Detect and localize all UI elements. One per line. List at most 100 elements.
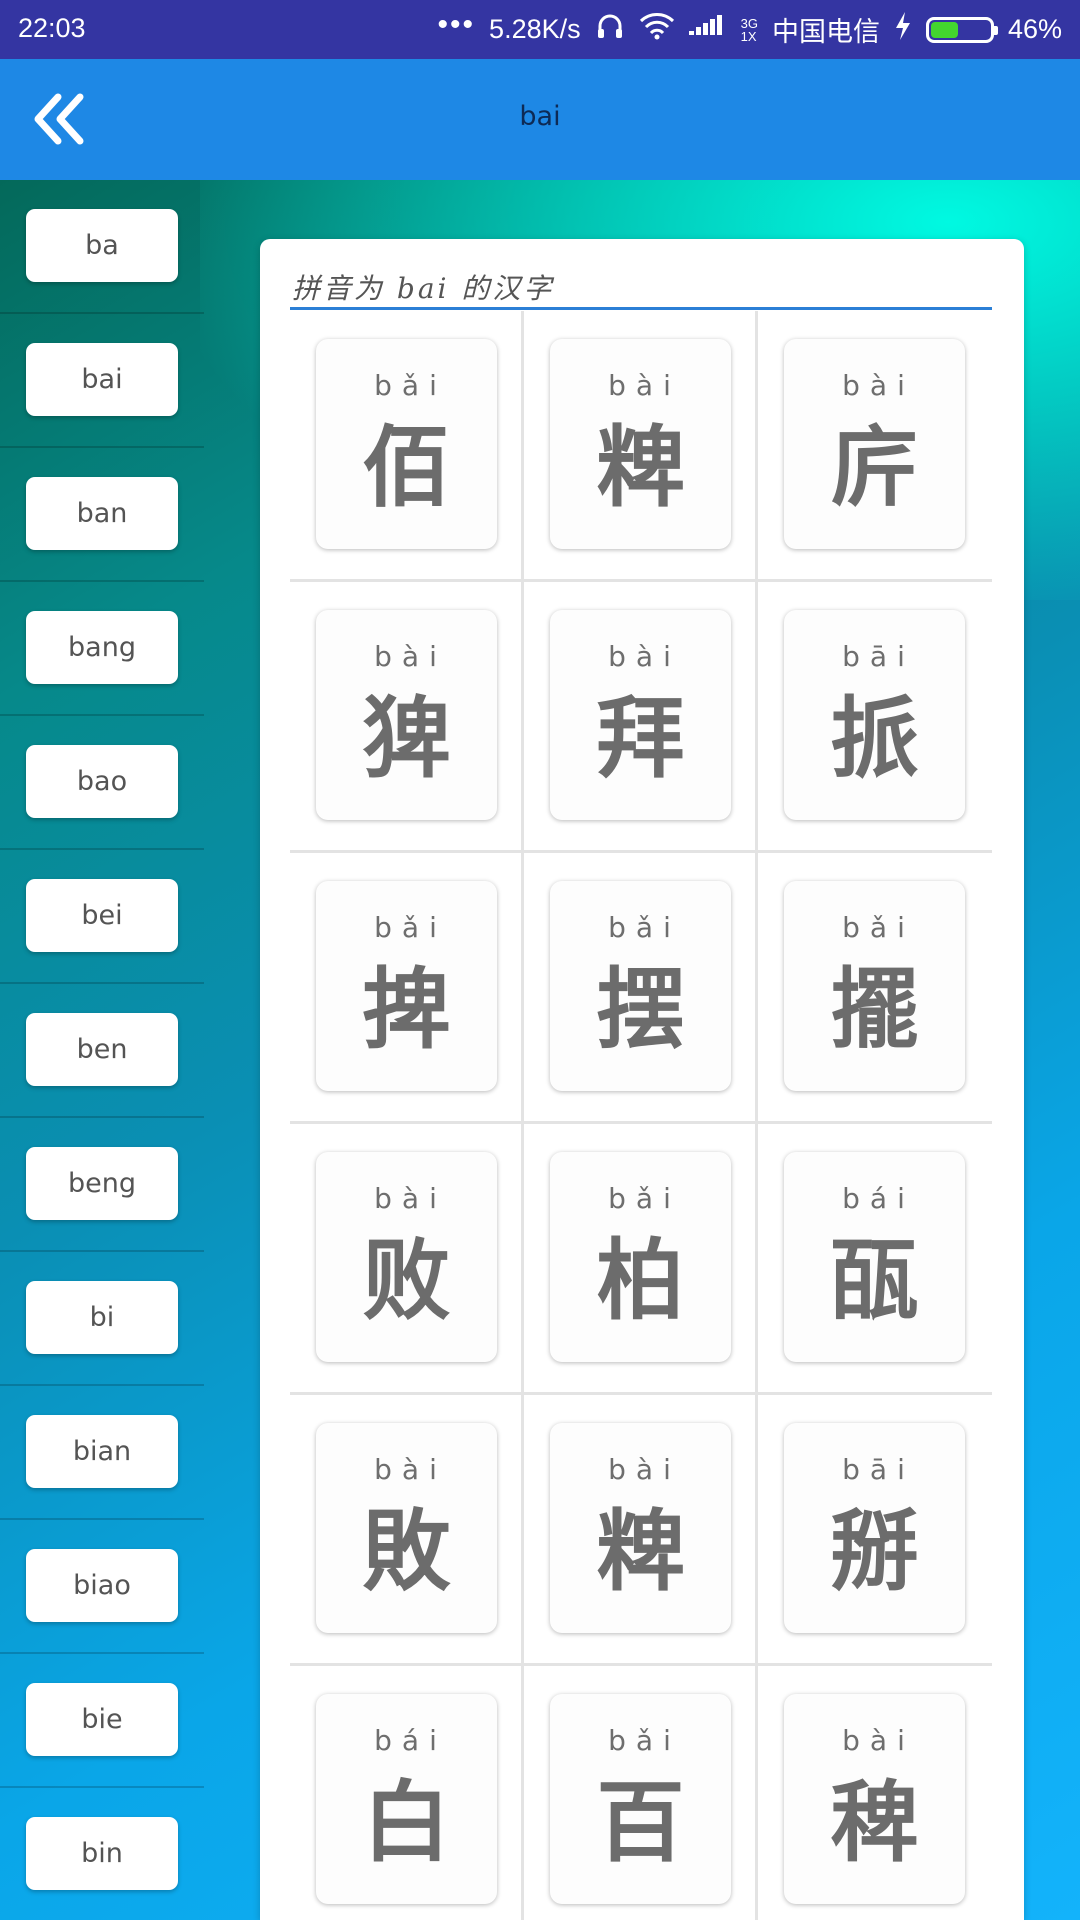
sidebar-item[interactable]: ba <box>0 180 204 314</box>
sidebar-item[interactable]: bei <box>0 850 204 984</box>
pinyin-button[interactable]: ban <box>26 477 178 550</box>
pinyin-button[interactable]: bao <box>26 745 178 818</box>
character-card[interactable]: bǎi 擺 <box>784 881 965 1091</box>
app-bar: bai <box>0 59 1080 180</box>
character-pinyin: bài <box>374 1453 447 1486</box>
character-pinyin: bǎi <box>608 1182 681 1215</box>
pinyin-button[interactable]: bai <box>26 343 178 416</box>
pinyin-button[interactable]: bang <box>26 611 178 684</box>
character-cell: bǎi 百 <box>524 1666 758 1920</box>
character-cell: bài 拜 <box>524 582 758 853</box>
character-hanzi: 粺 <box>596 415 685 519</box>
character-hanzi: 㼣 <box>830 1228 919 1332</box>
character-cell: bǎi 柏 <box>524 1124 758 1395</box>
character-hanzi: 柏 <box>596 1228 685 1332</box>
character-hanzi: 佰 <box>362 415 451 519</box>
character-card[interactable]: bǎi 百 <box>550 1694 731 1904</box>
character-pinyin: bǎi <box>374 911 447 944</box>
character-cell: bái 白 <box>290 1666 524 1920</box>
character-cell: bài 敗 <box>290 1395 524 1666</box>
pinyin-button[interactable]: bi <box>26 1281 178 1354</box>
character-cell: bài 粺 <box>524 1395 758 1666</box>
sidebar-item[interactable]: bin <box>0 1788 204 1920</box>
character-cell: bǎi 摆 <box>524 853 758 1124</box>
character-hanzi: 败 <box>362 1228 451 1332</box>
page-title: bai <box>519 101 561 132</box>
pinyin-button[interactable]: biao <box>26 1549 178 1622</box>
character-cell: bǎi 捭 <box>290 853 524 1124</box>
character-card[interactable]: bǎi 捭 <box>316 881 497 1091</box>
pinyin-button[interactable]: beng <box>26 1147 178 1220</box>
character-pinyin: bǎi <box>608 911 681 944</box>
character-cell: bāi 挀 <box>758 582 992 853</box>
character-cell: bài 猈 <box>290 582 524 853</box>
character-card[interactable]: bài 猈 <box>316 610 497 820</box>
sidebar-item[interactable]: bie <box>0 1654 204 1788</box>
character-cell: bāi 掰 <box>758 1395 992 1666</box>
sidebar-item[interactable]: beng <box>0 1118 204 1252</box>
character-pinyin: bài <box>374 1182 447 1215</box>
sidebar-item[interactable]: bi <box>0 1252 204 1386</box>
character-hanzi: 百 <box>596 1770 685 1874</box>
character-card[interactable]: bài 庍 <box>784 339 965 549</box>
character-card[interactable]: bái 㼣 <box>784 1152 965 1362</box>
character-cell: bài 庍 <box>758 311 992 582</box>
character-pinyin: bái <box>374 1724 447 1757</box>
character-card[interactable]: bài 粺 <box>550 339 731 549</box>
sidebar-item[interactable]: ben <box>0 984 204 1118</box>
pinyin-button[interactable]: ba <box>26 209 178 282</box>
network-speed: 5.28K/s <box>489 14 581 44</box>
pinyin-button[interactable]: ben <box>26 1013 178 1086</box>
character-card[interactable]: bāi 掰 <box>784 1423 965 1633</box>
sidebar-item[interactable]: biao <box>0 1520 204 1654</box>
panel-title: 拼音为 bai 的汉字 <box>292 272 555 305</box>
character-cell: bài 稗 <box>758 1666 992 1920</box>
character-card[interactable]: bǎi 佰 <box>316 339 497 549</box>
character-card[interactable]: bài 拜 <box>550 610 731 820</box>
sidebar-item[interactable]: bai <box>0 314 204 448</box>
character-pinyin: bǎi <box>374 369 447 402</box>
character-pinyin: bǎi <box>608 1724 681 1757</box>
battery-percent: 46% <box>1007 14 1062 44</box>
sidebar-item[interactable]: bang <box>0 582 204 716</box>
sidebar-item[interactable]: bian <box>0 1386 204 1520</box>
character-hanzi: 摆 <box>596 957 685 1061</box>
character-card[interactable]: bài 稗 <box>784 1694 965 1904</box>
headphones-icon <box>595 11 625 48</box>
characters-panel: 拼音为 bai 的汉字 bǎi 佰 bài 粺 bài 庍 bài 猈 bài 拜 bāi 挀 bǎi 捭… <box>260 239 1024 1920</box>
character-pinyin: bài <box>608 1453 681 1486</box>
character-card[interactable]: bài 粺 <box>550 1423 731 1633</box>
pinyin-button[interactable]: bie <box>26 1683 178 1756</box>
sidebar-item[interactable]: ban <box>0 448 204 582</box>
pinyin-sidebar: ba bai ban bang bao bei ben beng bi bian biao bie bi… <box>0 180 204 1920</box>
battery-icon <box>925 16 998 43</box>
character-cell: bái 㼣 <box>758 1124 992 1395</box>
character-hanzi: 猈 <box>362 686 451 790</box>
sidebar-item[interactable]: bao <box>0 716 204 850</box>
character-card[interactable]: bǎi 柏 <box>550 1152 731 1362</box>
character-hanzi: 稗 <box>830 1770 919 1874</box>
more-dots-icon: ••• <box>437 7 476 41</box>
character-cell: bǎi 佰 <box>290 311 524 582</box>
panel-header: 拼音为 bai 的汉字 <box>290 267 992 310</box>
character-hanzi: 掰 <box>830 1499 919 1603</box>
character-card[interactable]: bài 敗 <box>316 1423 497 1633</box>
character-card[interactable]: bāi 挀 <box>784 610 965 820</box>
status-time: 22:03 <box>18 13 86 43</box>
character-pinyin: bài <box>374 640 447 673</box>
content-area: ba bai ban bang bao bei ben beng bi bian biao bie bi… <box>0 180 1080 1920</box>
character-pinyin: bāi <box>842 1453 915 1486</box>
character-cell: bài 粺 <box>524 311 758 582</box>
pinyin-button[interactable]: bian <box>26 1415 178 1488</box>
status-right-group: ••• 5.28K/s 3G 1X 中国电信 46% <box>438 0 1062 59</box>
character-pinyin: bài <box>842 1724 915 1757</box>
character-card[interactable]: bǎi 摆 <box>550 881 731 1091</box>
pinyin-button[interactable]: bin <box>26 1817 178 1890</box>
wifi-icon <box>639 12 675 47</box>
character-card[interactable]: bài 败 <box>316 1152 497 1362</box>
signal-icon <box>688 13 727 46</box>
character-hanzi: 庍 <box>830 415 919 519</box>
pinyin-button[interactable]: bei <box>26 879 178 952</box>
character-card[interactable]: bái 白 <box>316 1694 497 1904</box>
character-pinyin: bài <box>608 640 681 673</box>
